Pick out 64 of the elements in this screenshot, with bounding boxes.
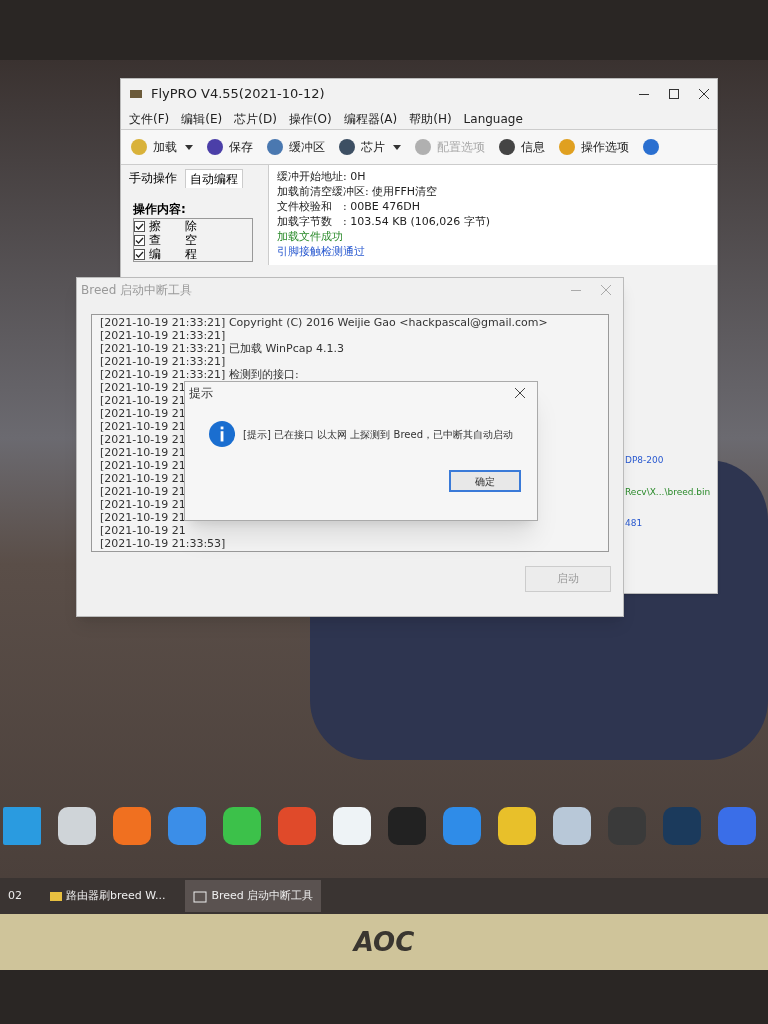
toolbar-button[interactable]: 加载	[125, 133, 197, 161]
menu-item[interactable]: 编辑(E)	[181, 110, 223, 128]
log-line: [2021-10-19 21:33:21] 检测到的接口:	[100, 368, 299, 381]
taskbar-item[interactable]: 路由器刷breed W...	[42, 880, 174, 912]
info-icon	[209, 420, 236, 448]
log-line: [2021-10-19 21	[100, 433, 186, 446]
log-line: [2021-10-19 21	[100, 394, 186, 407]
window-title: Breed 启动中断工具	[81, 282, 193, 299]
toolbar-button[interactable]: 信息	[493, 133, 549, 161]
dialog-message: [提示] 已在接口 以太网 上探测到 Breed，已中断其自动启动	[243, 427, 513, 442]
log-line: [2021-10-19 21:33:21]	[100, 355, 226, 368]
menu-item[interactable]: Language	[463, 110, 523, 128]
toolbar-button[interactable]: 保存	[201, 133, 257, 161]
menu-item[interactable]: 编程器(A)	[343, 110, 398, 128]
toolbar-button[interactable]: 芯片	[333, 133, 405, 161]
checkbox[interactable]	[134, 234, 145, 246]
checkbox[interactable]	[134, 220, 145, 232]
log-line: [2021-10-19 21	[100, 459, 186, 472]
menu-item[interactable]: 帮助(H)	[409, 110, 452, 128]
checkbox-label: 编 程	[149, 247, 197, 261]
log-line: 加载文件成功	[277, 229, 344, 244]
ok-button[interactable]: 确定	[449, 470, 521, 492]
status-text: Recv\X...\breed.bin	[625, 485, 711, 499]
checkbox-label: 擦 除	[149, 219, 197, 233]
menu-item[interactable]: 文件(F)	[129, 110, 170, 128]
log-line: 加载前清空缓冲区: 使用FFH清空	[277, 184, 439, 199]
checkbox-label: 查 空	[149, 233, 197, 247]
log-line: [2021-10-19 21	[100, 420, 186, 433]
close-icon[interactable]	[699, 89, 709, 99]
toolbar-button[interactable]: 操作选项	[553, 133, 633, 161]
menu-item[interactable]: 操作(O)	[288, 110, 332, 128]
log-line: [2021-10-19 21	[100, 524, 186, 537]
log-line: [2021-10-19 21	[100, 511, 186, 524]
log-line: 引脚接触检测通过	[277, 244, 366, 259]
log-line: [2021-10-19 21:33:53]	[100, 537, 226, 550]
log-line: [2021-10-19 21:33:21]	[100, 329, 226, 342]
taskbar-item[interactable]: Breed 启动中断工具	[185, 880, 322, 912]
maximize-icon[interactable]	[669, 89, 679, 99]
tab[interactable]: 自动编程	[185, 169, 243, 188]
window-title: FlyPRO V4.55(2021-10-12)	[151, 85, 325, 104]
log-line: [2021-10-19 21	[100, 472, 186, 485]
menu-item[interactable]: 芯片(D)	[234, 110, 277, 128]
status-text: 481	[625, 517, 644, 530]
section-title: 操作内容:	[133, 201, 187, 218]
status-text: DP8-200	[625, 454, 665, 467]
log-line: 文件校验和 : 00BE 476DH	[277, 199, 421, 214]
taskbar-item[interactable]: 02	[0, 880, 30, 912]
log-line: [2021-10-19 21	[100, 446, 186, 459]
log-line: 缓冲开始地址: 0H	[277, 169, 367, 184]
log-line: [2021-10-19 21:33:21] 已加载 WinPcap 4.1.3	[100, 342, 344, 355]
minimize-icon[interactable]	[639, 93, 649, 95]
log-line: [2021-10-19 21	[100, 407, 186, 420]
checkbox[interactable]	[134, 248, 145, 260]
log-line: [2021-10-19 21	[100, 498, 186, 511]
log-line: [2021-10-19 21	[100, 381, 186, 394]
log-line: [2021-10-19 21:33:21] Copyright (C) 2016 Weijie Gao <hackpascal@gmail.com>	[100, 316, 548, 329]
dialog-title: 提示	[189, 385, 213, 402]
toolbar-button[interactable]: 缓冲区	[261, 133, 329, 161]
log-line: [2021-10-19 21	[100, 485, 186, 498]
app-logo-icon	[129, 87, 143, 101]
tab[interactable]: 手动操作	[125, 169, 181, 188]
close-icon[interactable]	[515, 388, 525, 398]
log-line: 加载字节数 : 103.54 KB (106,026 字节)	[277, 214, 491, 229]
brand-logo: AOC	[353, 925, 415, 959]
